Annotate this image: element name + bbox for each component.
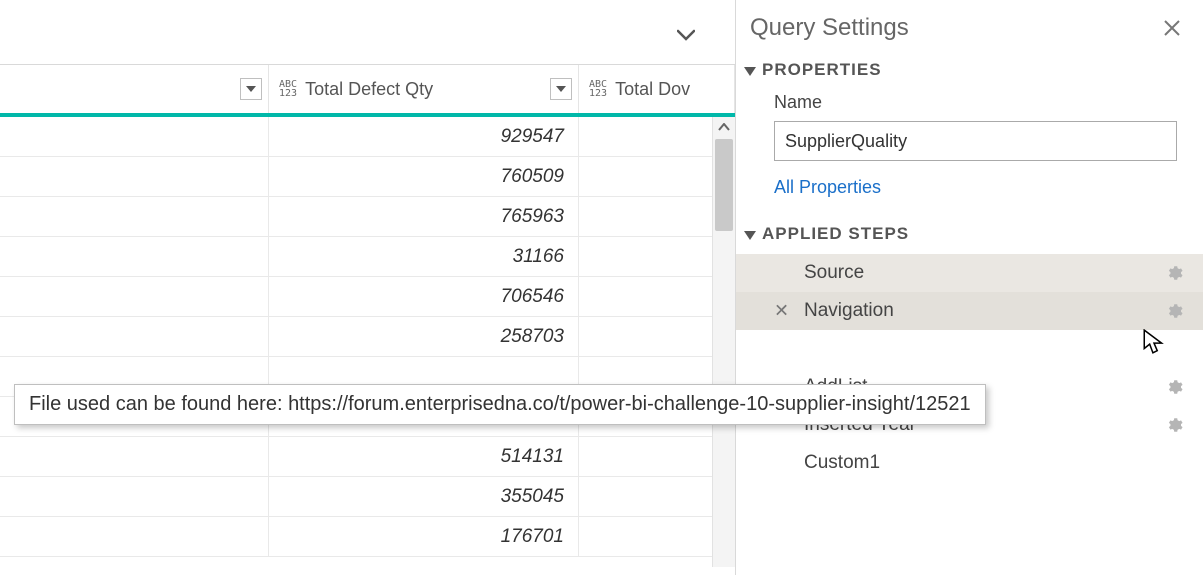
cell[interactable]	[0, 517, 269, 556]
column-label-1: Total Defect Qty	[305, 79, 433, 100]
cell-defect-qty[interactable]: 760509	[269, 157, 579, 196]
properties-section-header[interactable]: PROPERTIES	[736, 56, 1203, 86]
chevron-down-icon	[677, 29, 695, 41]
cell[interactable]	[0, 477, 269, 516]
properties-heading: PROPERTIES	[762, 60, 882, 80]
panel-title: Query Settings	[750, 14, 909, 42]
column-label-2: Total Dov	[615, 79, 690, 100]
applied-step[interactable]: ✕Source	[736, 254, 1203, 292]
data-type-badge-1[interactable]: ABC 123	[279, 80, 297, 98]
grid-body: 9295477605097659633116670654625870311315…	[0, 117, 735, 575]
column-header-0[interactable]	[0, 65, 269, 113]
table-row[interactable]: 355045	[0, 477, 735, 517]
vertical-scrollbar[interactable]	[712, 117, 735, 567]
step-name: Custom1	[736, 452, 880, 474]
type-badge-bot: 123	[589, 89, 607, 98]
cell-defect-qty[interactable]: 765963	[269, 197, 579, 236]
cell-defect-qty[interactable]: 176701	[269, 517, 579, 556]
applied-steps-section-header[interactable]: APPLIED STEPS	[736, 220, 1203, 250]
applied-step[interactable]: ✕	[736, 330, 1203, 368]
gear-icon	[1165, 416, 1183, 434]
delete-step-button[interactable]: ✕	[774, 301, 789, 322]
gear-icon	[1165, 264, 1183, 282]
table-row[interactable]: 258703	[0, 317, 735, 357]
table-row[interactable]: 765963	[0, 197, 735, 237]
cell-defect-qty[interactable]: 31166	[269, 237, 579, 276]
tooltip: File used can be found here: https://for…	[14, 384, 986, 425]
data-grid-pane: ABC 123 Total Defect Qty ABC 123 Total D…	[0, 0, 735, 575]
table-row[interactable]: 176701	[0, 517, 735, 557]
query-name-input[interactable]	[774, 121, 1177, 161]
step-settings-button[interactable]	[1165, 416, 1183, 434]
caret-down-icon	[744, 231, 756, 240]
formula-bar-expand-button[interactable]	[675, 24, 697, 46]
cell-defect-qty[interactable]: 706546	[269, 277, 579, 316]
name-label: Name	[736, 86, 1203, 117]
type-badge-bot: 123	[279, 89, 297, 98]
table-row[interactable]: 706546	[0, 277, 735, 317]
applied-step[interactable]: ✕Custom1	[736, 444, 1203, 482]
table-row[interactable]: 31166	[0, 237, 735, 277]
step-settings-button[interactable]	[1165, 264, 1183, 282]
cell-defect-qty[interactable]: 514131	[269, 437, 579, 476]
scroll-thumb[interactable]	[715, 139, 733, 231]
cell-defect-qty[interactable]: 929547	[269, 117, 579, 156]
applied-step[interactable]: ✕Navigation	[736, 292, 1203, 330]
scroll-up-button[interactable]	[713, 117, 735, 137]
table-row[interactable]: 760509	[0, 157, 735, 197]
gear-icon	[1165, 302, 1183, 320]
cell[interactable]	[0, 277, 269, 316]
caret-down-icon	[744, 67, 756, 76]
data-type-badge-2[interactable]: ABC 123	[589, 80, 607, 98]
gear-icon	[1165, 378, 1183, 396]
cell-defect-qty[interactable]: 258703	[269, 317, 579, 356]
caret-down-icon	[246, 86, 256, 93]
grid-header-row: ABC 123 Total Defect Qty ABC 123 Total D…	[0, 65, 735, 117]
chevron-up-icon	[718, 123, 730, 131]
cell[interactable]	[0, 117, 269, 156]
close-panel-button[interactable]	[1159, 15, 1185, 41]
cell[interactable]	[0, 317, 269, 356]
applied-steps-list: ✕Source✕Navigation✕✕AddList✕Inserted Yea…	[736, 254, 1203, 482]
cell[interactable]	[0, 197, 269, 236]
table-row[interactable]: 929547	[0, 117, 735, 157]
cell[interactable]	[0, 437, 269, 476]
step-name: Navigation	[736, 300, 894, 322]
step-settings-button[interactable]	[1165, 378, 1183, 396]
all-properties-link[interactable]: All Properties	[736, 171, 1203, 220]
cell[interactable]	[0, 237, 269, 276]
step-settings-button[interactable]	[1165, 302, 1183, 320]
query-settings-panel: Query Settings PROPERTIES Name All Prope…	[735, 0, 1203, 575]
column-filter-button-0[interactable]	[240, 78, 262, 100]
formula-bar	[0, 0, 735, 65]
table-row[interactable]: 514131	[0, 437, 735, 477]
column-header-1[interactable]: ABC 123 Total Defect Qty	[269, 65, 579, 113]
column-header-2[interactable]: ABC 123 Total Dov	[579, 65, 735, 113]
cell[interactable]	[0, 157, 269, 196]
column-filter-button-1[interactable]	[550, 78, 572, 100]
close-icon	[1163, 19, 1181, 37]
applied-steps-heading: APPLIED STEPS	[762, 224, 909, 244]
cell-defect-qty[interactable]: 355045	[269, 477, 579, 516]
caret-down-icon	[556, 86, 566, 93]
step-name: Source	[736, 262, 864, 284]
